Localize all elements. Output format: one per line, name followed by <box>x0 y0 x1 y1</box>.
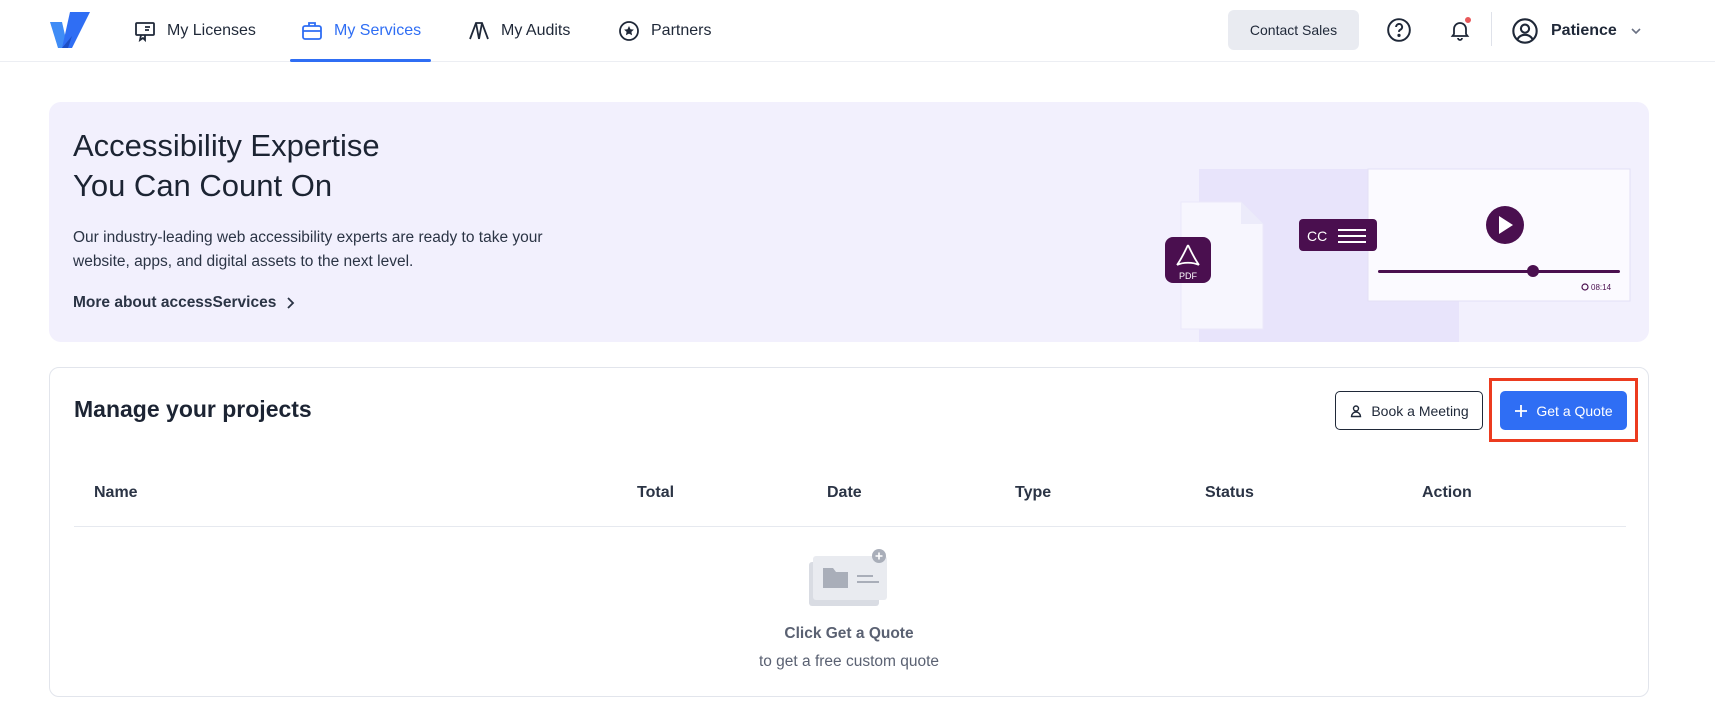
license-icon <box>135 22 155 43</box>
logo-icon[interactable] <box>48 10 92 50</box>
empty-folder-icon <box>809 549 887 606</box>
user-icon <box>1351 404 1362 417</box>
column-header-type[interactable]: Type <box>1015 484 1051 502</box>
pdf-label: PDF <box>1179 271 1198 281</box>
projects-card: Manage your projects Book a Meeting Get … <box>49 367 1649 697</box>
nav-my-licenses[interactable]: My Licenses <box>133 0 256 62</box>
hero-title: Accessibility Expertise You Can Count On <box>73 126 673 206</box>
hero-description: Our industry-leading web accessibility e… <box>73 229 543 270</box>
help-icon <box>1387 18 1411 42</box>
empty-state-subtitle: to get a free custom quote <box>758 653 940 670</box>
user-menu[interactable]: Patience <box>1511 0 1643 62</box>
hero-title-line-2: You Can Count On <box>73 168 333 203</box>
book-meeting-label: Book a Meeting <box>1371 402 1469 419</box>
book-meeting-button[interactable]: Book a Meeting <box>1335 391 1483 430</box>
column-header-action[interactable]: Action <box>1422 484 1472 502</box>
nav-my-audits[interactable]: My Audits <box>467 0 570 62</box>
hero-illustration: PDF CC 08:14 <box>1165 168 1631 342</box>
help-button[interactable] <box>1385 16 1413 44</box>
audit-icon <box>469 22 489 40</box>
more-about-services-link[interactable]: More about accessServices <box>73 294 296 312</box>
empty-state-title: Click Get a Quote <box>784 625 914 642</box>
nav-divider <box>1491 12 1492 46</box>
nav-my-licenses-label: My Licenses <box>167 22 256 39</box>
briefcase-icon <box>302 22 322 40</box>
column-header-name[interactable]: Name <box>94 484 138 502</box>
hero-banner: Accessibility Expertise You Can Count On… <box>49 102 1649 342</box>
video-time: 08:14 <box>1591 283 1612 292</box>
notifications-button[interactable] <box>1446 15 1474 44</box>
nav-partners-label: Partners <box>651 22 712 39</box>
column-header-status[interactable]: Status <box>1205 484 1254 502</box>
video-progress-bar <box>1378 270 1620 273</box>
nav-my-audits-label: My Audits <box>501 22 571 39</box>
user-avatar-icon <box>1512 18 1538 44</box>
hero-title-line-1: Accessibility Expertise <box>73 128 380 163</box>
chevron-right-icon <box>287 297 295 309</box>
column-header-date[interactable]: Date <box>827 484 862 502</box>
cc-label: CC <box>1307 228 1327 244</box>
star-badge-icon <box>619 21 639 41</box>
plus-icon <box>1515 404 1528 417</box>
top-navigation: My Licenses My Services My Audits Partne… <box>0 0 1715 62</box>
user-name: Patience <box>1551 22 1617 39</box>
nav-partners[interactable]: Partners <box>617 0 711 62</box>
more-about-services-label: More about accessServices <box>73 294 277 311</box>
notification-badge <box>1463 15 1473 25</box>
projects-title: Manage your projects <box>74 396 312 422</box>
nav-my-services-label: My Services <box>334 22 422 39</box>
table-divider <box>74 526 1626 527</box>
contact-sales-button[interactable]: Contact Sales <box>1228 10 1359 50</box>
get-quote-label: Get a Quote <box>1536 402 1613 419</box>
column-header-total[interactable]: Total <box>637 484 674 502</box>
nav-my-services[interactable]: My Services <box>289 0 432 62</box>
get-quote-button[interactable]: Get a Quote <box>1500 391 1627 430</box>
chevron-down-icon <box>1631 28 1641 35</box>
